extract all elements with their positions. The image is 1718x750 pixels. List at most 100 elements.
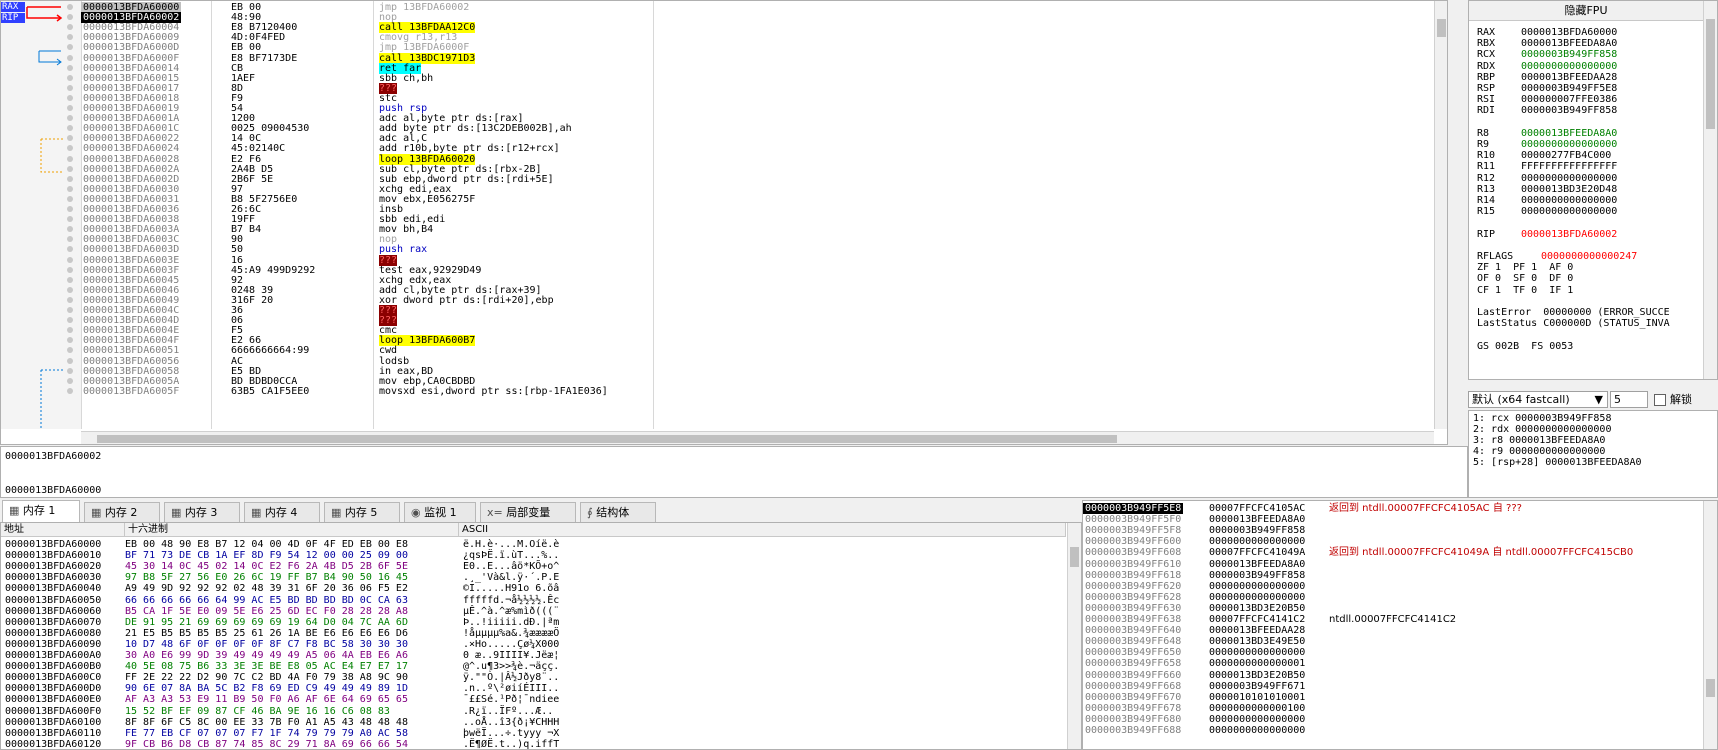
register-row[interactable]: R11 FFFFFFFFFFFFFFFF: [1477, 161, 1617, 173]
stack-address: 0000003B949FF5F0: [1085, 514, 1182, 526]
breakpoint-dot-icon[interactable]: [67, 145, 73, 152]
register-rip[interactable]: RIP 0000013BFDA60002: [1477, 229, 1617, 241]
stack-vscroll[interactable]: [1703, 501, 1717, 749]
register-row[interactable]: R12 0000000000000000: [1477, 173, 1617, 185]
breakpoint-dot-icon[interactable]: [67, 185, 73, 192]
chevron-down-icon: ▼: [1594, 393, 1603, 406]
breakpoint-dot-icon[interactable]: [67, 317, 73, 324]
register-row[interactable]: RSI 000000007FFE0386: [1477, 94, 1617, 106]
flags-row[interactable]: ZF 1 PF 1 AF 0: [1477, 262, 1573, 274]
argument-row[interactable]: 5: [rsp+28] 0000013BFEEDA8A0: [1473, 457, 1642, 469]
tab-memory-5[interactable]: ▦ 内存 5: [324, 502, 400, 522]
breakpoint-dot-icon[interactable]: [67, 327, 73, 334]
breakpoint-dot-icon[interactable]: [67, 387, 73, 394]
dump-address: 0000013BFDA60020: [5, 561, 102, 573]
breakpoint-dot-icon[interactable]: [67, 175, 73, 182]
stack-value: 0000000000000000: [1209, 591, 1306, 603]
register-row[interactable]: R15 0000000000000000: [1477, 206, 1617, 218]
breakpoint-dot-icon[interactable]: [67, 286, 73, 293]
disasm-row[interactable]: 0000013BFDA6005F 63B5 CA1F5EE0 movsxd esi,…: [1, 386, 1447, 397]
breakpoint-dot-icon[interactable]: [67, 84, 73, 91]
breakpoint-dot-icon[interactable]: [67, 256, 73, 263]
register-name: RSI: [1477, 94, 1496, 106]
breakpoint-dot-icon[interactable]: [67, 74, 73, 81]
breakpoint-dot-icon[interactable]: [67, 337, 73, 344]
breakpoint-dot-icon[interactable]: [67, 105, 73, 111]
register-value: 0000003B949FF5E8: [1521, 83, 1618, 94]
memory-dump[interactable]: 地址 十六进制 ASCII 0000013BFDA60000 EB 00 48 9…: [0, 522, 1082, 750]
dump-hex: AF A3 A3 53 E9 11 B9 50 F0 A6 AF 6E 64 6…: [125, 694, 408, 706]
register-rflags[interactable]: RFLAGS 0000000000000247: [1477, 251, 1637, 263]
calling-convention-select[interactable]: 默认 (x64 fastcall) ▼: [1468, 391, 1608, 408]
stack-address: 0000003B949FF5E8: [1083, 503, 1184, 514]
dump-ascii: .¸_'Và&l.ÿ·´.P.E: [463, 572, 560, 584]
tab-memory-2[interactable]: ▦ 内存 2: [84, 502, 160, 522]
breakpoint-dot-icon[interactable]: [67, 276, 73, 283]
breakpoint-dot-icon[interactable]: [67, 165, 73, 172]
register-panel[interactable]: 隐藏FPU RAX 0000013BFDA60000 RBX 0000013BFEED…: [1468, 0, 1718, 380]
breakpoint-dot-icon[interactable]: [67, 226, 73, 233]
breakpoint-dot-icon[interactable]: [67, 44, 73, 51]
struct-icon: ∮: [587, 506, 597, 519]
stack-view[interactable]: 0000003B949FF5E8 00007FFCFC4105AC 返回到 ntdl…: [1082, 500, 1718, 750]
breakpoint-dot-icon[interactable]: [67, 64, 73, 71]
tab-watch-6[interactable]: ◉ 监视 1: [404, 502, 476, 522]
breakpoint-dot-icon[interactable]: [67, 94, 73, 101]
breakpoint-dot-icon[interactable]: [67, 367, 73, 374]
register-row[interactable]: R10 00000277FB4C000: [1477, 150, 1611, 162]
breakpoint-dot-icon[interactable]: [67, 135, 73, 142]
register-row[interactable]: RAX 0000013BFDA60000: [1477, 27, 1617, 39]
breakpoint-dot-icon[interactable]: [67, 4, 73, 10]
breakpoint-dot-icon[interactable]: [67, 24, 73, 31]
disasm-hscroll[interactable]: [81, 431, 1434, 444]
register-row[interactable]: R9 0000000000000000: [1477, 139, 1617, 151]
flags-row[interactable]: CF 1 TF 0 IF 1: [1477, 285, 1573, 297]
breakpoint-dot-icon[interactable]: [67, 246, 73, 253]
disassembly-view[interactable]: RAX RIP 0000013BFDA60000 EB 00 jmp 13BFDA6…: [0, 0, 1448, 445]
register-row[interactable]: RCX 0000003B949FF858: [1477, 49, 1617, 61]
unlock-checkbox[interactable]: [1654, 394, 1666, 406]
breakpoint-dot-icon[interactable]: [67, 377, 73, 384]
tab-memory-3[interactable]: ▦ 内存 3: [164, 502, 240, 522]
breakpoint-dot-icon[interactable]: [67, 195, 73, 202]
breakpoint-dot-icon[interactable]: [67, 34, 73, 41]
dump-tabs: ▦ 内存 1 ▦ 内存 2 ▦ 内存 3 ▦ 内存 4 ▦ 内存 5 ◉ 监视 1 x= 局…: [0, 500, 1082, 522]
register-row[interactable]: R13 0000013BD3E20D48: [1477, 184, 1617, 196]
register-row[interactable]: R8 0000013BFEEDA8A0: [1477, 128, 1617, 140]
call-arguments[interactable]: 1: rcx 0000003B949FF858 2: rdx 0000000000…: [1468, 410, 1718, 498]
disasm-vscroll[interactable]: [1434, 1, 1447, 429]
register-row[interactable]: RDI 0000003B949FF858: [1477, 105, 1617, 117]
register-row[interactable]: R14 0000000000000000: [1477, 195, 1617, 207]
breakpoint-dot-icon[interactable]: [67, 357, 73, 364]
dump-hex: 9F CB B6 D8 CB 87 74 85 8C 29 71 8A 69 6…: [125, 738, 408, 750]
register-row[interactable]: RSP 0000003B949FF5E8: [1477, 83, 1617, 95]
tab-memory-1[interactable]: ▦ 内存 1: [2, 500, 80, 522]
breakpoint-dot-icon[interactable]: [67, 14, 73, 21]
breakpoint-dot-icon[interactable]: [67, 296, 73, 303]
breakpoint-dot-icon[interactable]: [67, 115, 73, 122]
register-value: 0000003B949FF858: [1521, 105, 1618, 117]
breakpoint-dot-icon[interactable]: [67, 266, 73, 273]
tab-memory-4[interactable]: ▦ 内存 4: [244, 502, 320, 522]
hide-fpu-button[interactable]: 隐藏FPU: [1469, 1, 1703, 21]
register-vscroll[interactable]: [1703, 1, 1717, 379]
breakpoint-dot-icon[interactable]: [67, 125, 73, 132]
register-row[interactable]: RDX 0000000000000000: [1477, 61, 1617, 73]
breakpoint-dot-icon[interactable]: [67, 206, 73, 212]
register-value: 0000013BFEEDA8A0: [1521, 127, 1618, 139]
breakpoint-dot-icon[interactable]: [67, 216, 73, 223]
tab-locals-7[interactable]: x= 局部变量: [480, 502, 576, 522]
flags-row[interactable]: OF 0 SF 0 DF 0: [1477, 273, 1573, 285]
tab-struct-8[interactable]: ∮ 结构体: [580, 502, 656, 522]
dump-address: 0000013BFDA60050: [5, 594, 102, 606]
breakpoint-dot-icon[interactable]: [67, 307, 73, 313]
breakpoint-dot-icon[interactable]: [67, 347, 73, 354]
register-name: RDX: [1477, 60, 1496, 72]
dump-vscroll[interactable]: [1067, 523, 1081, 749]
breakpoint-dot-icon[interactable]: [67, 54, 73, 61]
register-row[interactable]: RBP 0000013BFEEDAA28: [1477, 72, 1617, 84]
breakpoint-dot-icon[interactable]: [67, 236, 73, 243]
arg-count-stepper[interactable]: 5: [1610, 391, 1648, 408]
breakpoint-dot-icon[interactable]: [67, 155, 73, 162]
register-row[interactable]: RBX 0000013BFEEDA8A0: [1477, 38, 1617, 50]
